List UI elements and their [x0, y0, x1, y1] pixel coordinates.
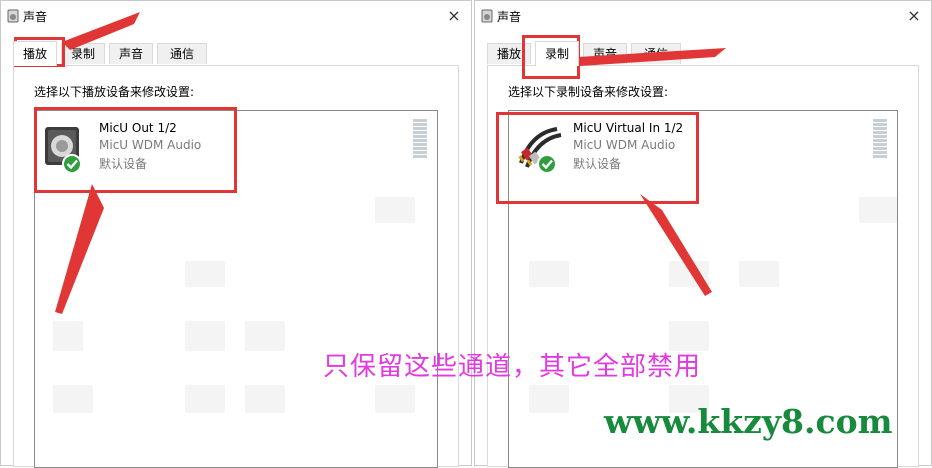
hidden-device-placeholder [245, 385, 285, 413]
hidden-device-placeholder [859, 197, 897, 223]
dialog-title: 声音 [23, 10, 48, 24]
speaker-icon [481, 9, 493, 23]
hidden-device-placeholder [529, 385, 569, 413]
dialog-title: 声音 [497, 10, 522, 24]
instruction-text: 选择以下录制设备来修改设置: [508, 85, 669, 99]
hidden-device-placeholder [375, 197, 415, 223]
tab-recording[interactable]: 录制 [61, 43, 105, 64]
highlight-box-output-device [34, 107, 237, 193]
title-bar: 声音 × [1, 1, 471, 31]
level-meter [413, 119, 427, 159]
hidden-device-placeholder [53, 321, 83, 351]
tab-playback[interactable]: 播放 [13, 41, 57, 66]
hidden-device-placeholder [185, 321, 225, 351]
hidden-device-placeholder [245, 321, 285, 351]
highlight-box-input-device [496, 112, 699, 204]
tab-sounds[interactable]: 声音 [583, 43, 627, 64]
watermark-text: www.kkzy8.com [604, 402, 893, 441]
sound-dialog-playback: 声音 × 播放 录制 声音 通信 选择以下播放设备来修改设置: MicU Out… [0, 0, 472, 468]
annotation-caption: 只保留这些通道，其它全部禁用 [323, 352, 702, 382]
instruction-text: 选择以下播放设备来修改设置: [34, 85, 195, 99]
title-bar: 声音 × [475, 1, 931, 31]
hidden-device-placeholder [53, 385, 93, 413]
close-button[interactable]: × [443, 5, 465, 27]
level-meter [873, 119, 887, 159]
hidden-device-placeholder [375, 385, 415, 413]
hidden-device-placeholder [739, 261, 779, 287]
tab-recording[interactable]: 录制 [535, 41, 579, 66]
hidden-device-placeholder [185, 261, 225, 287]
tab-communications[interactable]: 通信 [631, 43, 681, 64]
tab-communications[interactable]: 通信 [157, 43, 207, 64]
close-button[interactable]: × [903, 5, 925, 27]
hidden-device-placeholder [669, 261, 709, 287]
hidden-device-placeholder [529, 261, 569, 287]
speaker-icon [7, 9, 19, 23]
hidden-device-placeholder [185, 385, 225, 413]
tab-sounds[interactable]: 声音 [109, 43, 153, 64]
